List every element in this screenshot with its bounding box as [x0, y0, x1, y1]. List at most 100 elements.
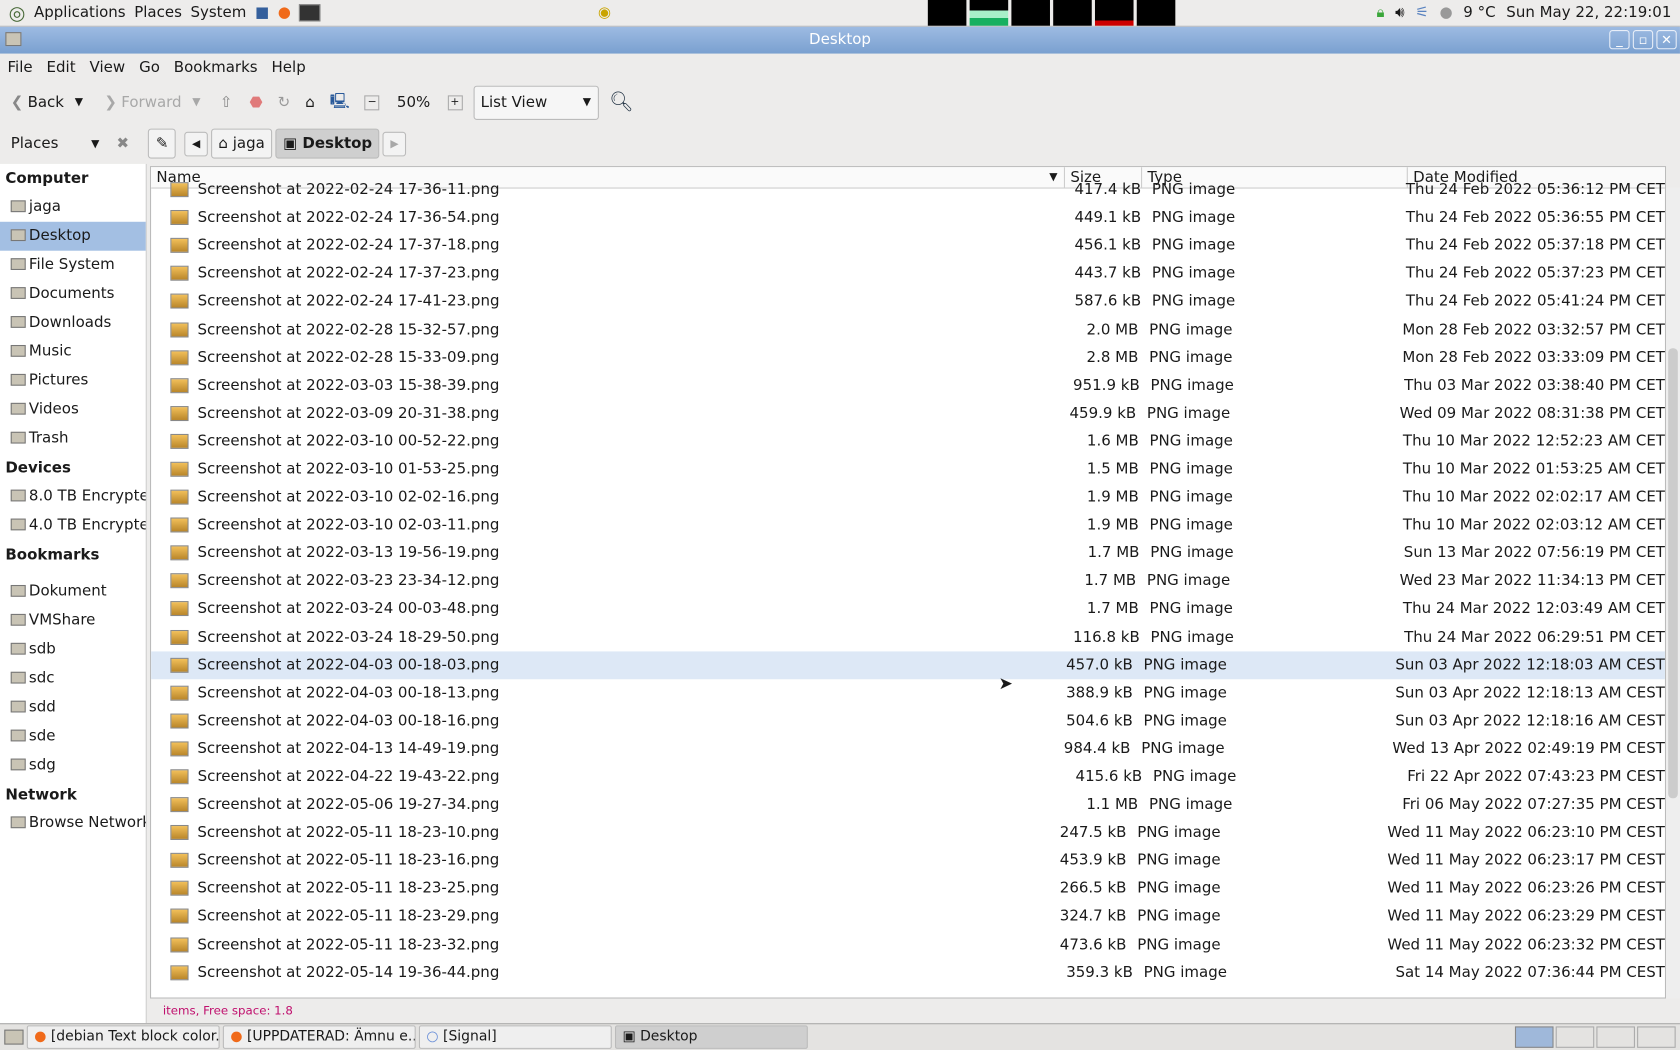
file-row[interactable]: Screenshot at 2022-04-13 14-49-19.png 984…	[151, 735, 1665, 763]
workspace-switcher[interactable]	[1514, 1026, 1676, 1048]
file-row[interactable]: Screenshot at 2022-03-10 01-53-25.png 1.5…	[151, 455, 1665, 483]
menu-bookmarks[interactable]: Bookmarks	[174, 59, 258, 76]
reload-icon[interactable]: ↻	[278, 94, 291, 111]
file-row[interactable]: Screenshot at 2022-05-11 18-23-10.png 247…	[151, 819, 1665, 847]
sidebar-item-sdg[interactable]: sdg	[0, 751, 146, 780]
sidebar-item-documents[interactable]: Documents	[0, 280, 146, 309]
places-menu[interactable]: Places	[134, 4, 182, 21]
file-row[interactable]: Screenshot at 2022-02-24 17-37-23.png 443…	[151, 260, 1665, 288]
up-icon[interactable]: ⇧	[220, 94, 233, 111]
system-menu[interactable]: System	[190, 4, 246, 21]
file-row[interactable]: Screenshot at 2022-02-24 17-36-11.png 417…	[151, 176, 1665, 204]
back-button[interactable]: ❮ Back	[11, 94, 64, 111]
sidebar-item-vmshare[interactable]: VMShare	[0, 606, 146, 635]
scrollbar-thumb[interactable]	[1668, 348, 1678, 799]
sidebar-item-8-0-tb-encrypted[interactable]: 8.0 TB Encrypted	[0, 482, 146, 511]
sidebar-item-jaga[interactable]: jaga	[0, 193, 146, 222]
menu-go[interactable]: Go	[139, 59, 160, 76]
sidebar-item-desktop[interactable]: Desktop	[0, 221, 146, 251]
terminal-icon[interactable]	[299, 4, 321, 22]
file-row[interactable]: Screenshot at 2022-05-11 18-23-25.png 266…	[151, 875, 1665, 903]
file-row[interactable]: Screenshot at 2022-05-11 18-23-32.png 473…	[151, 931, 1665, 959]
file-row[interactable]: Screenshot at 2022-03-24 00-03-48.png 1.7…	[151, 595, 1665, 623]
toggle-location-entry-button[interactable]: ✎	[148, 128, 176, 159]
vertical-scrollbar[interactable]	[1666, 187, 1680, 999]
sidebar-item-sdb[interactable]: sdb	[0, 635, 146, 664]
network-icon[interactable]: ⚟	[1415, 4, 1428, 21]
file-row[interactable]: Screenshot at 2022-05-11 18-23-16.png 453…	[151, 847, 1665, 875]
menu-edit[interactable]: Edit	[47, 59, 76, 76]
sidebar-item-dokument[interactable]: Dokument	[0, 577, 146, 606]
minimize-button[interactable]: _	[1609, 29, 1630, 50]
computer-icon[interactable]: 🖳	[330, 89, 350, 115]
task-firefox-uppdaterad[interactable]: ● [UPPDATERAD: Ämnu e...	[222, 1025, 416, 1049]
file-row[interactable]: Screenshot at 2022-02-24 17-37-18.png 456…	[151, 232, 1665, 260]
menu-view[interactable]: View	[90, 59, 126, 76]
sidebar-item-videos[interactable]: Videos	[0, 395, 146, 424]
file-row[interactable]: Screenshot at 2022-03-23 23-34-12.png 1.7…	[151, 567, 1665, 595]
zoom-in-button[interactable]: +	[447, 94, 463, 110]
task-firefox-debian[interactable]: ● [debian Text block color...	[26, 1025, 220, 1049]
file-row[interactable]: Screenshot at 2022-03-03 15-38-39.png 951…	[151, 371, 1665, 399]
clock[interactable]: Sun May 22, 22:19:01	[1506, 4, 1671, 21]
applications-menu[interactable]: Applications	[34, 4, 126, 21]
breadcrumb-left-button[interactable]: ◀	[184, 131, 208, 156]
file-row[interactable]: Screenshot at 2022-05-14 19-36-44.png 359…	[151, 959, 1665, 987]
chevron-down-icon[interactable]: ▼	[91, 138, 99, 150]
menu-file[interactable]: File	[7, 59, 32, 76]
sidebar-item-4-0-tb-encrypted[interactable]: 4.0 TB Encrypted	[0, 511, 146, 540]
update-notifier-icon[interactable]: ◉	[598, 4, 611, 21]
file-row[interactable]: Screenshot at 2022-02-24 17-41-23.png 587…	[151, 288, 1665, 316]
back-history-dropdown[interactable]: ▼	[75, 96, 83, 108]
sidebar-item-trash[interactable]: Trash	[0, 424, 146, 453]
stop-icon[interactable]: ⬣	[250, 94, 263, 111]
sidebar-item-music[interactable]: Music	[0, 337, 146, 366]
sidebar-pane-select[interactable]: Places	[11, 135, 91, 152]
sidebar-item-file-system[interactable]: File System	[0, 251, 146, 280]
sidebar-item-sdd[interactable]: sdd	[0, 693, 146, 722]
task-desktop[interactable]: ▣ Desktop	[614, 1025, 808, 1049]
sidebar-item-browse-network[interactable]: Browse Network	[0, 809, 146, 838]
file-row[interactable]: Screenshot at 2022-03-24 18-29-50.png 116…	[151, 623, 1665, 651]
task-signal[interactable]: ○ [Signal]	[418, 1025, 612, 1049]
file-row[interactable]: Screenshot at 2022-02-28 15-33-09.png 2.8…	[151, 343, 1665, 371]
close-sidebar-icon[interactable]: ✖	[116, 135, 129, 152]
home-icon[interactable]: ⌂	[305, 94, 315, 111]
sidebar-item-sde[interactable]: sde	[0, 722, 146, 751]
maximize-button[interactable]: ▫	[1632, 29, 1654, 50]
file-row[interactable]: Screenshot at 2022-02-24 17-36-54.png 449…	[151, 204, 1665, 232]
lock-icon[interactable]: 🔒︎	[1376, 4, 1384, 21]
firefox-icon[interactable]: ●	[278, 4, 291, 21]
virtualbox-icon[interactable]: ■	[255, 4, 269, 21]
file-row[interactable]: Screenshot at 2022-04-03 00-18-13.png 388…	[151, 679, 1665, 707]
file-row[interactable]: Screenshot at 2022-05-11 18-23-29.png 324…	[151, 903, 1665, 931]
close-button[interactable]: ✕	[1656, 29, 1677, 50]
file-row[interactable]: Screenshot at 2022-03-10 02-02-16.png 1.9…	[151, 483, 1665, 511]
show-desktop-icon[interactable]	[4, 1029, 24, 1045]
debian-logo-icon[interactable]: ◎	[9, 2, 26, 24]
zoom-level[interactable]: 50%	[397, 94, 430, 111]
forward-history-dropdown[interactable]: ▼	[192, 96, 200, 108]
file-row[interactable]: Screenshot at 2022-05-06 19-27-34.png 1.1…	[151, 791, 1665, 819]
file-row[interactable]: Screenshot at 2022-04-03 00-18-16.png 504…	[151, 707, 1665, 735]
breadcrumb-jaga[interactable]: ⌂ jaga	[210, 128, 273, 159]
search-icon[interactable]: 🔍︎	[609, 91, 633, 113]
window-titlebar[interactable]: Desktop _ ▫ ✕	[0, 26, 1680, 54]
menu-help[interactable]: Help	[272, 59, 306, 76]
breadcrumb-desktop[interactable]: ▣ Desktop	[275, 128, 380, 159]
file-row[interactable]: Screenshot at 2022-04-03 00-18-03.png 457…	[151, 650, 1665, 679]
volume-icon[interactable]: 🔊︎	[1395, 4, 1404, 21]
forward-button[interactable]: ❯ Forward	[104, 94, 181, 111]
file-row[interactable]: Screenshot at 2022-03-10 00-52-22.png 1.6…	[151, 427, 1665, 455]
file-row[interactable]: Screenshot at 2022-04-22 19-43-22.png 415…	[151, 763, 1665, 791]
file-row[interactable]: Screenshot at 2022-03-13 19-56-19.png 1.7…	[151, 539, 1665, 567]
file-row[interactable]: Screenshot at 2022-02-28 15-32-57.png 2.0…	[151, 315, 1665, 343]
zoom-out-button[interactable]: −	[364, 94, 380, 110]
file-row[interactable]: Screenshot at 2022-03-10 02-03-11.png 1.9…	[151, 511, 1665, 539]
view-mode-select[interactable]: List View ▼	[473, 85, 599, 120]
sidebar-item-sdc[interactable]: sdc	[0, 664, 146, 693]
file-row[interactable]: Screenshot at 2022-03-09 20-31-38.png 459…	[151, 399, 1665, 427]
sidebar-item-downloads[interactable]: Downloads	[0, 309, 146, 338]
sidebar-item-pictures[interactable]: Pictures	[0, 366, 146, 395]
breadcrumb-right-button[interactable]: ▶	[382, 131, 407, 156]
